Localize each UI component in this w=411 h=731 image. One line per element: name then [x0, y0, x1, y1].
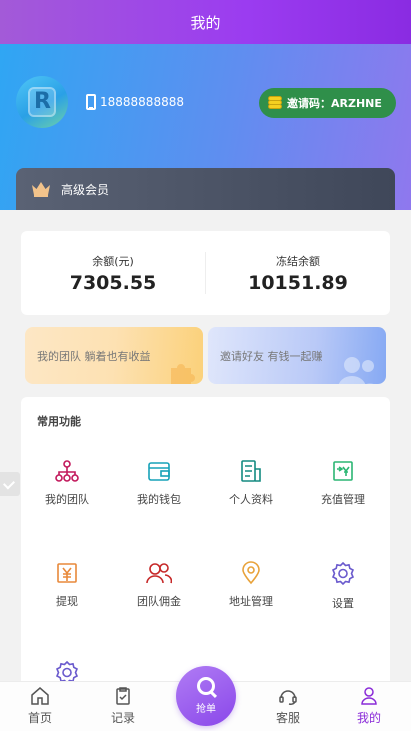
side-collapse-tab[interactable] [0, 472, 20, 496]
tab-label: 首页 [27, 711, 52, 725]
search-icon [197, 677, 215, 695]
avatar-logo: R [34, 89, 51, 114]
func-my-wallet[interactable]: 我的钱包 [113, 459, 205, 507]
crown-icon [32, 182, 50, 197]
vip-card[interactable]: 高级会员 [16, 168, 395, 210]
location-icon [242, 561, 260, 585]
phone-icon [86, 94, 96, 110]
balance-frozen[interactable]: 冻结余额 10151.89 [206, 253, 390, 294]
coin-icon [268, 96, 282, 110]
balance-value: 7305.55 [69, 271, 157, 294]
team-icon [55, 460, 79, 482]
profile-doc-icon [241, 460, 261, 482]
tab-home[interactable]: 首页 [10, 686, 70, 726]
tab-label: 客服 [275, 711, 300, 725]
withdraw-icon [57, 563, 77, 583]
tab-label: 记录 [110, 711, 135, 725]
func-label: 团队佣金 [137, 595, 181, 608]
func-settings[interactable]: 设置 [297, 561, 389, 611]
invite-code-text: 邀请码：ARZHNE [287, 97, 382, 110]
friends-icon [338, 357, 374, 384]
commission-icon [146, 563, 172, 584]
record-icon [116, 687, 130, 705]
puzzle-icon [171, 364, 195, 384]
invite-code-badge[interactable]: 邀请码：ARZHNE [259, 88, 396, 118]
func-label: 设置 [332, 597, 354, 610]
balance-label: 余额(元) [92, 254, 134, 268]
page-title-bar: 我的 [0, 0, 411, 44]
phone-text: 18888888888 [100, 95, 184, 109]
func-recharge[interactable]: 充值管理 [297, 459, 389, 507]
vip-label: 高级会员 [61, 182, 110, 197]
func-team-commission[interactable]: 团队佣金 [113, 561, 205, 609]
tab-support[interactable]: 客服 [258, 686, 318, 726]
avatar[interactable]: R [16, 76, 68, 128]
frozen-value: 10151.89 [248, 271, 348, 294]
balance-available[interactable]: 余额(元) 7305.55 [21, 253, 205, 294]
page-title: 我的 [190, 13, 221, 32]
balance-card: 余额(元) 7305.55 冻结余额 10151.89 [21, 231, 390, 315]
func-label: 个人资料 [229, 493, 273, 506]
gear-icon [331, 561, 355, 586]
func-label: 提现 [56, 595, 78, 608]
recharge-icon [333, 461, 353, 481]
invite-friends-banner[interactable]: 邀请好友 有钱一起赚 [208, 327, 386, 384]
func-profile[interactable]: 个人资料 [205, 459, 297, 507]
my-team-banner-text: 我的团队 躺着也有收益 [37, 349, 151, 363]
grab-order-button[interactable]: 抢单 [176, 666, 236, 726]
func-label: 我的钱包 [137, 493, 181, 506]
section-title: 常用功能 [37, 415, 81, 428]
func-my-team[interactable]: 我的团队 [21, 459, 113, 507]
func-address[interactable]: 地址管理 [205, 561, 297, 609]
wallet-icon [148, 462, 170, 481]
func-withdraw[interactable]: 提现 [21, 561, 113, 609]
common-functions-card: 常用功能 我的团队 我的钱包 个人资料 充值管理 提现 团队佣金 地址管理 设置 [21, 397, 390, 697]
tab-label: 我的 [356, 711, 381, 725]
grab-order-label: 抢单 [196, 704, 216, 715]
user-icon [361, 687, 377, 705]
home-icon [31, 687, 49, 705]
my-team-banner[interactable]: 我的团队 躺着也有收益 [25, 327, 203, 384]
tab-mine[interactable]: 我的 [339, 686, 399, 726]
tab-records[interactable]: 记录 [93, 686, 153, 726]
func-label: 地址管理 [229, 595, 273, 608]
func-label: 充值管理 [321, 493, 365, 506]
frozen-label: 冻结余额 [276, 254, 320, 268]
func-label: 我的团队 [45, 493, 89, 506]
support-icon [279, 690, 297, 705]
phone-number: 18888888888 [86, 94, 184, 110]
invite-friends-banner-text: 邀请好友 有钱一起赚 [220, 349, 323, 363]
